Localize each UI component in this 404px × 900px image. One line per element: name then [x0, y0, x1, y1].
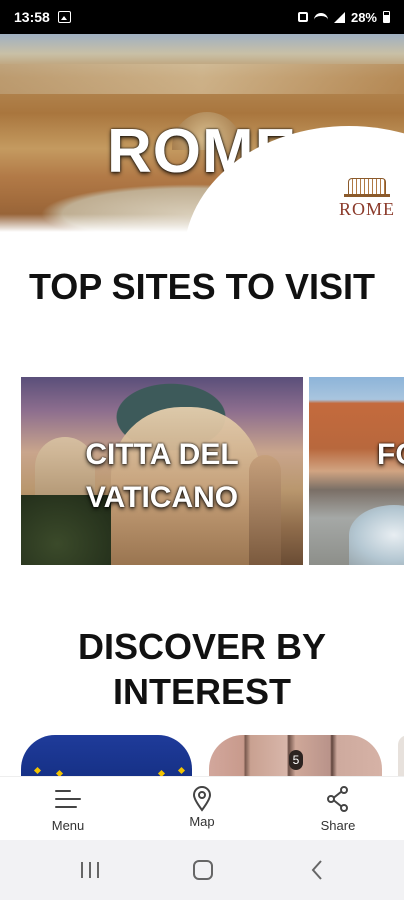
menu-icon: [55, 790, 81, 808]
system-navigation-bar: [0, 840, 404, 900]
back-icon[interactable]: [305, 840, 329, 900]
nav-map-button[interactable]: Map: [157, 777, 247, 841]
site-card-label: FO D: [377, 438, 404, 471]
site-card-label: CITTA DEL VATICANO: [85, 438, 239, 514]
battery-percentage: 28%: [350, 9, 377, 25]
wifi-icon: [313, 12, 328, 22]
interest-card-partial[interactable]: [398, 735, 404, 776]
nav-map-label: Map: [189, 814, 215, 829]
bottom-navigation: Menu Map Share: [0, 776, 404, 840]
nav-share-label: Share: [320, 818, 356, 833]
signal-icon: [333, 11, 345, 23]
rome-logo: ROME: [336, 178, 398, 230]
nav-menu-label: Menu: [51, 818, 85, 833]
home-icon[interactable]: [191, 840, 215, 900]
map-pin-icon: [192, 786, 212, 812]
interest-card-museum[interactable]: 5: [209, 735, 382, 776]
interest-badge: 5: [289, 750, 303, 770]
gallery-icon: [57, 11, 71, 23]
top-sites-carousel[interactable]: CITTA DEL VATICANO FO D: [21, 377, 404, 565]
site-card-second[interactable]: FO D: [309, 377, 404, 565]
share-icon: [327, 786, 348, 812]
fountain-image: [349, 505, 404, 565]
battery-icon: [383, 11, 390, 23]
star-icon: [177, 766, 186, 775]
site-card-vaticano[interactable]: CITTA DEL VATICANO: [21, 377, 303, 565]
nav-share-button[interactable]: Share: [293, 777, 383, 841]
colosseum-icon: [348, 178, 386, 194]
app-screen: 13:58 28% ROME ROME TOP SITES TO VISIT C…: [0, 0, 404, 900]
status-icons: 28%: [297, 9, 390, 25]
discover-heading: DISCOVER BY INTEREST: [77, 626, 327, 712]
mute-icon: [297, 12, 308, 22]
nav-menu-button[interactable]: Menu: [23, 777, 113, 841]
status-bar: 13:58 28%: [0, 0, 404, 34]
star-icon: [33, 766, 42, 775]
interest-card-eu[interactable]: [21, 735, 192, 776]
status-time: 13:58: [14, 9, 50, 25]
recents-icon[interactable]: [78, 840, 102, 900]
skyline-band: [0, 64, 404, 94]
logo-text: ROME: [338, 199, 395, 219]
top-sites-heading: TOP SITES TO VISIT: [28, 266, 376, 307]
